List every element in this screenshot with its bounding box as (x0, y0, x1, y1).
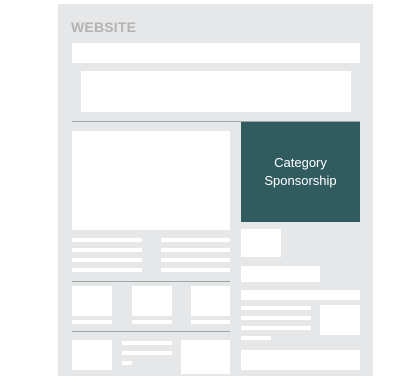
main-feature-block (72, 131, 230, 230)
text-line (241, 336, 271, 340)
text-line (72, 238, 142, 242)
text-line (122, 341, 172, 345)
small-image-block (320, 305, 360, 335)
small-image-block (241, 229, 281, 257)
wide-bar (241, 290, 360, 300)
text-line (161, 248, 230, 252)
text-line (72, 258, 142, 262)
bottom-image-block (181, 340, 230, 374)
thumbnail-block (72, 286, 112, 316)
section-divider (72, 331, 230, 332)
short-bar (241, 266, 320, 282)
bottom-image-block (72, 340, 112, 370)
text-line (161, 238, 230, 242)
text-line (122, 361, 132, 365)
sponsor-label-line1: Category (274, 155, 327, 170)
navigation-bar (72, 43, 360, 63)
text-line (161, 258, 230, 262)
section-divider (72, 281, 230, 282)
thumbnail-block (132, 286, 172, 316)
thumbnail-caption (132, 320, 172, 324)
footer-bar (241, 350, 360, 370)
sponsor-label-line2: Sponsorship (264, 173, 337, 188)
thumbnail-block (191, 286, 230, 316)
text-line (122, 351, 172, 355)
text-line (241, 316, 311, 320)
banner-block (81, 71, 351, 112)
text-line (72, 268, 142, 272)
text-line (241, 306, 311, 310)
text-line (161, 268, 230, 272)
website-title: WEBSITE (71, 19, 137, 35)
text-line (241, 326, 311, 330)
text-line (72, 248, 142, 252)
thumbnail-caption (191, 320, 230, 324)
thumbnail-caption (72, 320, 112, 324)
category-sponsorship-box: Category Sponsorship (241, 122, 360, 222)
